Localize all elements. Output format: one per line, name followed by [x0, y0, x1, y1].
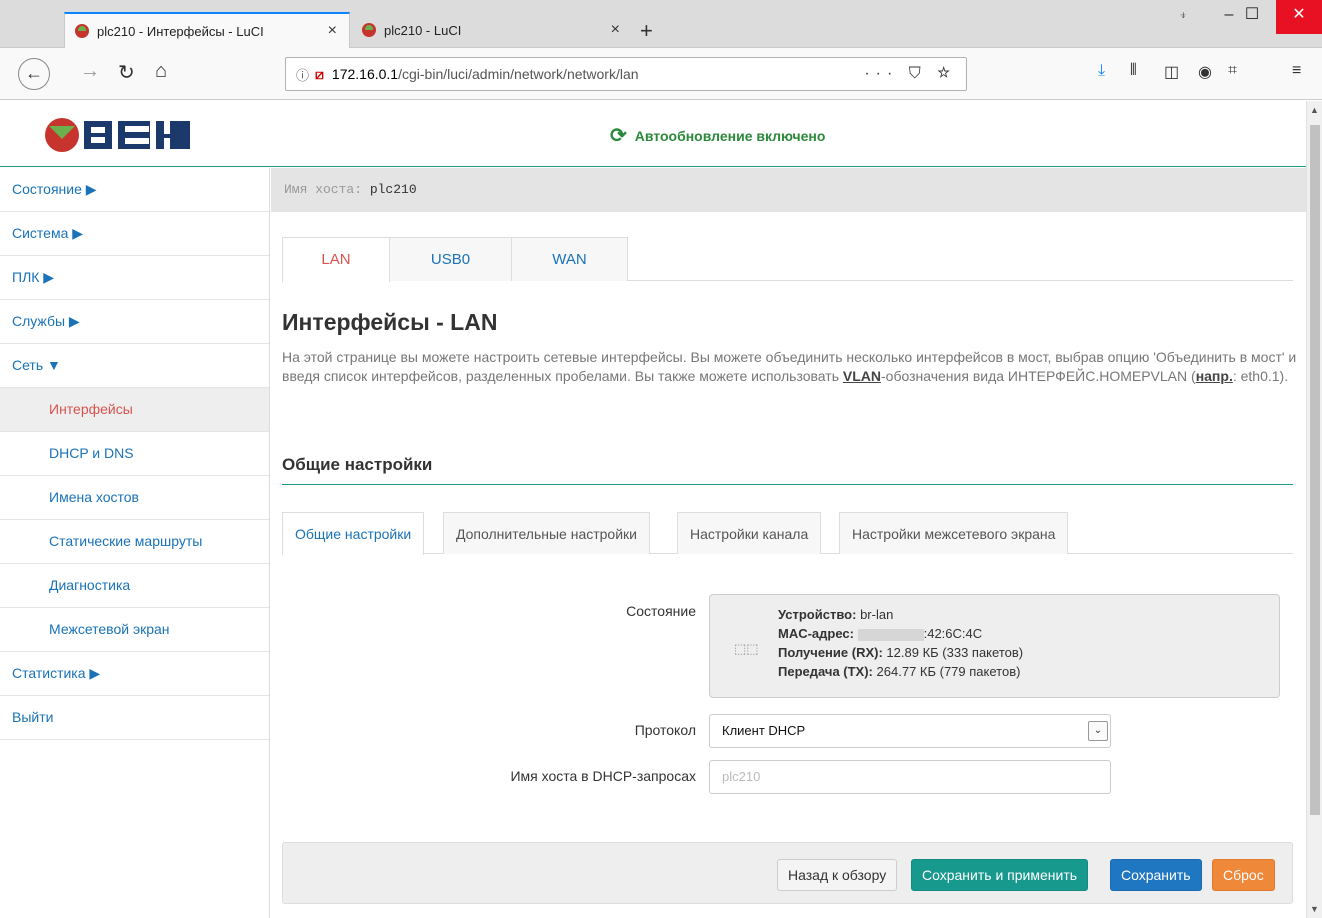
protocol-label: Протокол: [634, 722, 696, 738]
info-icon[interactable]: ⓘ: [296, 65, 309, 84]
reload-icon[interactable]: ↻: [118, 60, 135, 85]
dhcp-hostname-label: Имя хоста в DHCP-запросах: [510, 768, 696, 784]
description-text: : eth0.1).: [1232, 368, 1289, 384]
mac-label: MAC-адрес:: [778, 626, 854, 641]
browser-tab-strip: plc210 - Интерфейсы - LuCI × plc210 - Lu…: [0, 0, 1322, 48]
status-lines: Устройство: br-lan MAC-адрес: :42:6C:4C …: [778, 605, 1023, 681]
mac-redacted: [857, 628, 924, 641]
sidebar-item-diagnostics[interactable]: Диагностика: [0, 564, 269, 608]
restore-pin-icon[interactable]: ⍖: [1160, 0, 1206, 34]
sidebar-item-status[interactable]: Состояние ▶: [0, 168, 269, 212]
url-host: 172.16.0.1: [331, 66, 399, 82]
home-icon[interactable]: ⌂: [155, 60, 167, 83]
device-value: br-lan: [860, 607, 894, 622]
address-bar[interactable]: ⓘ ⧄ 172.16.0.1/cgi-bin/luci/admin/networ…: [285, 57, 967, 91]
section-divider: [282, 484, 1293, 485]
autorefresh-indicator[interactable]: ⟳ Автообновление включено: [610, 123, 825, 148]
back-to-overview-button[interactable]: Назад к обзору: [777, 859, 898, 891]
reset-button[interactable]: Сброс: [1212, 859, 1275, 891]
sidebar-menu: Состояние ▶ Система ▶ ПЛК ▶ Службы ▶ Сет…: [0, 168, 270, 918]
rx-label: Получение (RX):: [778, 645, 883, 660]
rx-value: 12.89 КБ (333 пакетов): [886, 645, 1024, 660]
eg-abbr-link[interactable]: напр.: [1196, 368, 1233, 384]
tx-label: Передача (TX):: [778, 664, 873, 679]
sidebar-item-system[interactable]: Система ▶: [0, 212, 269, 256]
luci-favicon-icon: [75, 24, 89, 38]
settings-subtabs: Общие настройки Дополнительные настройки…: [282, 512, 1293, 555]
page-content: ⟳ Автообновление включено Состояние ▶ Си…: [0, 101, 1306, 918]
hostname-value: plc210: [369, 182, 417, 197]
maximize-window-button[interactable]: ☐: [1230, 0, 1274, 34]
browser-tab-title: plc210 - LuCI: [384, 22, 462, 38]
interface-tabs: LAN USB0 WAN: [282, 237, 1293, 282]
close-window-button[interactable]: ✕: [1276, 0, 1322, 34]
close-tab-icon[interactable]: ×: [328, 22, 337, 40]
back-arrow-icon[interactable]: ←: [18, 58, 50, 90]
vertical-scrollbar[interactable]: ▲ ▼: [1306, 101, 1322, 918]
browser-tab-active[interactable]: plc210 - Интерфейсы - LuCI ×: [64, 12, 350, 48]
chevron-down-icon[interactable]: ⌄: [1088, 721, 1108, 741]
scroll-down-icon[interactable]: ▼: [1310, 904, 1319, 914]
new-tab-button[interactable]: +: [640, 18, 653, 44]
download-icon[interactable]: ⤓: [1098, 62, 1105, 80]
refresh-icon: ⟳: [610, 125, 627, 147]
tab-physical-settings[interactable]: Настройки канала: [677, 512, 822, 554]
crop-screenshot-icon[interactable]: ⌗: [1228, 62, 1237, 80]
protocol-value: Клиент DHCP: [722, 723, 806, 738]
tab-wan[interactable]: WAN: [511, 237, 628, 281]
sidebar-item-static-routes[interactable]: Статические маршруты: [0, 520, 269, 564]
tab-firewall-settings[interactable]: Настройки межсетевого экрана: [839, 512, 1069, 554]
browser-tab-title: plc210 - Интерфейсы - LuCI: [97, 23, 264, 39]
hostname-bar: Имя хоста: plc210: [271, 168, 1306, 212]
forward-arrow-icon[interactable]: →: [80, 60, 100, 83]
vlan-abbr-link[interactable]: VLAN: [843, 368, 881, 384]
dhcp-hostname-input[interactable]: plc210: [709, 760, 1111, 794]
sidebar-item-statistics[interactable]: Статистика ▶: [0, 652, 269, 696]
scroll-up-icon[interactable]: ▲: [1310, 105, 1319, 115]
description-text: -обозначения вида ИНТЕРФЕЙС.НОМЕРVLAN (: [881, 368, 1196, 384]
browser-navbar: ← → ↻ ⌂ ⓘ ⧄ 172.16.0.1/cgi-bin/luci/admi…: [0, 48, 1322, 100]
luci-favicon-icon: [362, 23, 376, 37]
network-interface-icon: ⬚⬚: [734, 641, 759, 656]
page-header: ⟳ Автообновление включено: [0, 101, 1306, 167]
status-label: Состояние: [626, 603, 696, 619]
page-actions-icons[interactable]: ··· ⛉ ☆: [864, 65, 956, 83]
sidebar-item-logout[interactable]: Выйти: [0, 696, 269, 740]
hostname-label: Имя хоста:: [284, 182, 370, 197]
save-button[interactable]: Сохранить: [1110, 859, 1202, 891]
url-path: /cgi-bin/luci/admin/network/network/lan: [398, 66, 639, 82]
library-icon[interactable]: ⫴: [1130, 62, 1137, 80]
device-label: Устройство:: [778, 607, 857, 622]
tab-lan[interactable]: LAN: [282, 237, 390, 282]
scrollbar-thumb[interactable]: [1310, 125, 1320, 815]
save-apply-button[interactable]: Сохранить и применить: [911, 859, 1089, 891]
interface-status-box: ⬚⬚ Устройство: br-lan MAC-адрес: :42:6C:…: [709, 594, 1280, 698]
insecure-lock-icon[interactable]: ⧄: [315, 66, 324, 83]
sidebar-item-plc[interactable]: ПЛК ▶: [0, 256, 269, 300]
close-tab-icon[interactable]: ×: [611, 21, 620, 39]
protocol-select[interactable]: Клиент DHCP ⌄: [709, 714, 1111, 748]
tx-value: 264.77 КБ (779 пакетов): [876, 664, 1021, 679]
action-bar: Назад к обзору Сохранить и применить Сох…: [282, 842, 1293, 904]
sidebar-item-hostnames[interactable]: Имена хостов: [0, 476, 269, 520]
sidebar-item-interfaces[interactable]: Интерфейсы: [0, 388, 269, 432]
tab-advanced-settings[interactable]: Дополнительные настройки: [443, 512, 650, 554]
section-title: Общие настройки: [282, 455, 433, 474]
sidebar-item-dhcp-dns[interactable]: DHCP и DNS: [0, 432, 269, 476]
page-title: Интерфейсы - LAN: [282, 309, 498, 335]
autorefresh-label: Автообновление включено: [634, 127, 826, 144]
page-description: На этой странице вы можете настроить сет…: [282, 348, 1297, 386]
browser-tab[interactable]: plc210 - LuCI ×: [352, 12, 632, 48]
tab-general-settings[interactable]: Общие настройки: [282, 512, 425, 555]
mac-value: :42:6C:4C: [923, 626, 983, 641]
sidebar-item-services[interactable]: Службы ▶: [0, 300, 269, 344]
sidebar-toggle-icon[interactable]: ◫: [1164, 62, 1179, 82]
menu-icon[interactable]: ≡: [1292, 62, 1301, 80]
account-icon[interactable]: ◉: [1198, 62, 1212, 82]
sidebar-item-firewall[interactable]: Межсетевой экран: [0, 608, 269, 652]
sidebar-item-network[interactable]: Сеть ▼: [0, 344, 269, 388]
tab-usb0[interactable]: USB0: [389, 237, 512, 281]
oven-logo: [45, 118, 190, 152]
